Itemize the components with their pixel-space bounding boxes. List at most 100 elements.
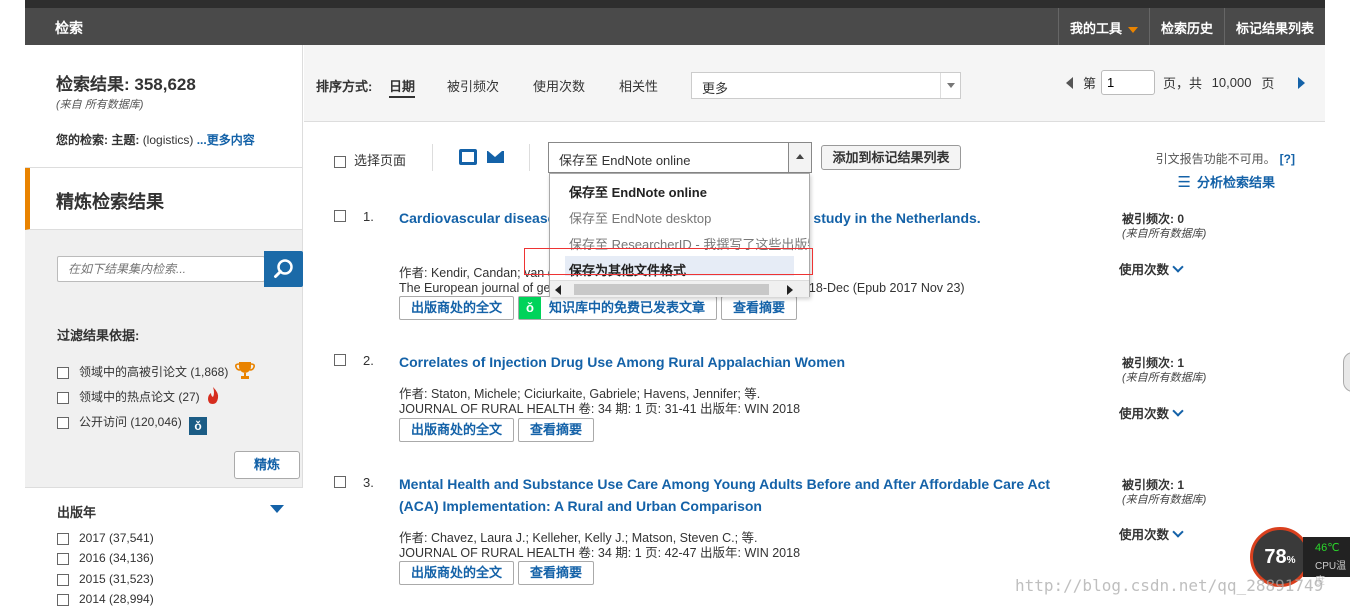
refine-search: [57, 251, 303, 287]
select-page[interactable]: 选择页面: [334, 150, 406, 169]
year-filter[interactable]: 2017 (37,541): [57, 531, 154, 545]
checkbox[interactable]: [57, 573, 69, 586]
view-abstract-button[interactable]: 查看摘要: [518, 418, 595, 442]
sort-bar: 排序方式: 日期 被引频次 使用次数 相关性 更多 第 页，共 10,000 页: [304, 45, 1325, 122]
times-cited-source: (来自所有数据库): [1122, 228, 1207, 240]
times-cited-source: (来自所有数据库): [1122, 372, 1207, 384]
save-endnote-online-option[interactable]: 保存至 EndNote online: [569, 182, 809, 201]
pub-year-heading: 出版年: [57, 505, 97, 520]
open-access-icon: ǒ: [189, 417, 208, 435]
publisher-fulltext-button[interactable]: 出版商处的全文: [399, 296, 515, 320]
dropdown-scrollbar[interactable]: [550, 280, 809, 297]
checkbox[interactable]: [57, 593, 69, 606]
record-source: JOURNAL OF RURAL HEALTH 卷: 34 期: 1 页: 42…: [399, 546, 801, 560]
view-abstract-button[interactable]: 查看摘要: [721, 296, 798, 320]
citation-report-note: 引文报告功能不可用。 [?]: [1156, 150, 1295, 167]
sort-by-citations[interactable]: 被引频次: [447, 76, 499, 95]
pub-year-toggle-icon[interactable]: [270, 505, 284, 513]
publisher-fulltext-button[interactable]: 出版商处的全文: [399, 418, 515, 442]
search-icon: [274, 259, 293, 278]
my-tools-menu[interactable]: 我的工具: [1057, 8, 1149, 45]
scroll-thumb[interactable]: [574, 284, 769, 295]
usage-count-toggle[interactable]: 使用次数: [1119, 524, 1182, 543]
record-title[interactable]: Correlates of Injection Drug Use Among R…: [399, 351, 1089, 373]
usage-count-toggle[interactable]: 使用次数: [1119, 259, 1182, 278]
sort-more-select[interactable]: 更多: [691, 72, 961, 99]
record-number: 3.: [363, 475, 374, 490]
add-to-marked-button[interactable]: 添加到标记结果列表: [821, 145, 961, 170]
save-researcherid-option[interactable]: 保存至 ResearcherID - 我撰写了这些出版物: [569, 234, 809, 253]
record-checkbox[interactable]: [334, 210, 346, 222]
checkbox[interactable]: [57, 416, 69, 429]
trophy-icon: [234, 362, 255, 379]
record-title[interactable]: Mental Health and Substance Use Care Amo…: [399, 473, 1089, 517]
pager-middle: 页，共: [1163, 76, 1203, 91]
prev-page-icon[interactable]: [1066, 76, 1073, 89]
cpu-percent: 78: [1264, 546, 1287, 568]
cpu-percent-sign: %: [1286, 555, 1296, 566]
top-bar: 检索 我的工具 检索历史 标记结果列表: [25, 0, 1325, 45]
times-cited-source: (来自所有数据库): [1122, 494, 1207, 506]
year-label: 2015 (31,523): [79, 572, 154, 586]
scroll-right-icon[interactable]: [787, 285, 793, 295]
side-widget[interactable]: [1343, 352, 1350, 392]
help-link[interactable]: [?]: [1280, 152, 1295, 166]
results-toolbar: 选择页面 保存至 EndNote online 添加到标记结果列表 引文报告功能…: [304, 122, 1325, 197]
filter-open-access[interactable]: 公开访问 (120,046) ǒ: [57, 413, 208, 435]
filter-highly-cited[interactable]: 领域中的高被引论文 (1,868): [57, 361, 255, 380]
sort-by-usage[interactable]: 使用次数: [533, 76, 585, 95]
year-filter[interactable]: 2015 (31,523): [57, 572, 154, 586]
year-filter[interactable]: 2016 (34,136): [57, 551, 154, 565]
checkbox[interactable]: [334, 155, 346, 168]
record-checkbox[interactable]: [334, 354, 346, 366]
publication-year-panel: 出版年 2017 (37,541) 2016 (34,136) 2015 (31…: [25, 487, 303, 606]
filter-label: 过滤结果依据:: [57, 328, 140, 343]
marked-list-link[interactable]: 标记结果列表: [1223, 8, 1325, 45]
sort-by-date[interactable]: 日期: [389, 76, 416, 98]
free-article-label: 知识库中的免费已发表文章: [549, 300, 706, 315]
watermark: http://blog.csdn.net/qq_28891749: [1015, 576, 1324, 595]
view-abstract-button[interactable]: 查看摘要: [518, 561, 595, 585]
record-number: 1.: [363, 209, 374, 224]
record-actions: 出版商处的全文 查看摘要: [399, 561, 598, 585]
refine-heading: 精炼检索结果: [25, 168, 302, 230]
print-icon[interactable]: [459, 149, 477, 165]
year-label: 2014 (28,994): [79, 592, 154, 606]
usage-count-toggle[interactable]: 使用次数: [1119, 403, 1182, 422]
pager-suffix: 页: [1261, 76, 1275, 91]
query-value: (logistics): [142, 133, 194, 147]
save-other-format-option[interactable]: 保存为其他文件格式: [569, 260, 809, 279]
record-checkbox[interactable]: [334, 476, 346, 488]
refine-button[interactable]: 精炼: [234, 451, 300, 479]
chevron-down-icon: [940, 73, 960, 98]
query-more-link[interactable]: ...更多内容: [197, 133, 255, 147]
publisher-fulltext-button[interactable]: 出版商处的全文: [399, 561, 515, 585]
analyze-results-link[interactable]: 分析检索结果: [1178, 172, 1275, 191]
sort-label: 排序方式:: [316, 79, 373, 94]
result-summary: 检索结果: 358,628 (来自 所有数据库) 您的检索: 主题: (logi…: [25, 45, 302, 168]
pager-total: 10,000: [1211, 75, 1252, 90]
query-summary: 您的检索: 主题: (logistics) ...更多内容: [56, 133, 302, 148]
page-number-input[interactable]: [1101, 70, 1156, 95]
search-history-link[interactable]: 检索历史: [1148, 8, 1224, 45]
checkbox[interactable]: [57, 366, 69, 379]
scroll-left-icon[interactable]: [555, 285, 561, 295]
save-endnote-desktop-option[interactable]: 保存至 EndNote desktop: [569, 208, 809, 227]
refine-search-button[interactable]: [264, 251, 303, 287]
save-to-select[interactable]: 保存至 EndNote online: [548, 142, 812, 173]
next-page-icon[interactable]: [1298, 76, 1306, 89]
year-filter[interactable]: 2014 (28,994): [57, 592, 154, 606]
checkbox[interactable]: [57, 552, 69, 565]
sort-by-relevance[interactable]: 相关性: [619, 76, 658, 95]
checkbox[interactable]: [57, 391, 69, 404]
chevron-up-icon[interactable]: [788, 143, 811, 172]
email-icon[interactable]: [487, 151, 504, 163]
filter-hot-papers[interactable]: 领域中的热点论文 (27): [57, 387, 220, 405]
checkbox[interactable]: [57, 532, 69, 545]
save-to-dropdown: 保存至 EndNote online 保存至 EndNote desktop 保…: [549, 173, 810, 297]
divider: [529, 144, 530, 171]
refine-search-input[interactable]: [57, 256, 265, 282]
sort-more-label: 更多: [702, 81, 729, 96]
save-to-value: 保存至 EndNote online: [559, 153, 691, 168]
free-article-button[interactable]: ǒ 知识库中的免费已发表文章: [518, 296, 718, 320]
